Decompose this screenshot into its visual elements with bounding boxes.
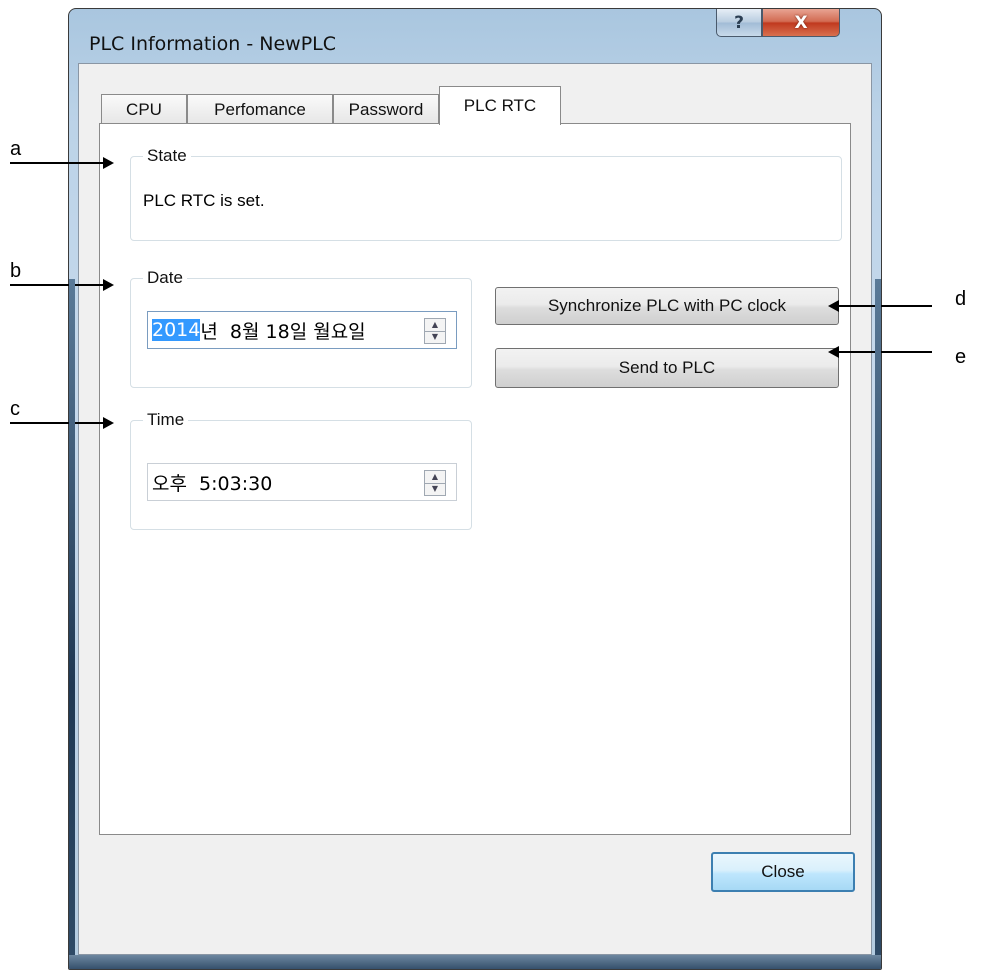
send-to-plc-button[interactable]: Send to PLC <box>495 348 839 388</box>
annotation-arrow-d <box>828 300 932 312</box>
state-text: PLC RTC is set. <box>143 191 265 210</box>
window-close-button[interactable]: X <box>762 9 840 37</box>
plc-information-window: PLC Information - NewPLC ? X CPU Perfoma… <box>68 8 882 970</box>
date-picker[interactable]: 2014 년 8월 18일 월요일 ▲ ▼ <box>147 311 457 349</box>
spin-up-icon[interactable]: ▲ <box>425 471 445 484</box>
window-frame-left <box>69 279 75 955</box>
date-spinner[interactable]: ▲ ▼ <box>424 318 446 344</box>
tab-plc-rtc[interactable]: PLC RTC <box>439 86 561 125</box>
tab-cpu[interactable]: CPU <box>101 94 187 124</box>
plc-rtc-panel: State PLC RTC is set. Date 2014 년 8월 18일… <box>99 123 851 835</box>
annotation-arrow-c <box>10 417 114 429</box>
state-group: State PLC RTC is set. <box>130 146 842 241</box>
time-spinner[interactable]: ▲ ▼ <box>424 470 446 496</box>
date-year-selected: 2014 <box>152 319 201 341</box>
spin-up-icon[interactable]: ▲ <box>425 319 445 332</box>
close-button[interactable]: Close <box>711 852 855 892</box>
annotation-arrow-b <box>10 279 114 291</box>
annotation-label-b: b <box>10 260 22 282</box>
tab-password[interactable]: Password <box>333 94 439 124</box>
date-group: Date 2014 년 8월 18일 월요일 ▲ ▼ <box>130 268 472 388</box>
close-icon: X <box>794 12 808 33</box>
annotation-arrow-a <box>10 157 114 169</box>
spin-down-icon[interactable]: ▼ <box>425 332 445 344</box>
annotation-label-e: e <box>955 346 967 368</box>
state-group-title: State <box>143 146 191 166</box>
date-rest: 년 8월 18일 월요일 <box>200 320 366 343</box>
dialog-client-area: CPU Perfomance Password PLC RTC State PL… <box>78 63 872 955</box>
help-button[interactable]: ? <box>716 9 762 37</box>
time-picker[interactable]: 오후 5:03:30 ▲ ▼ <box>147 463 457 501</box>
spin-down-icon[interactable]: ▼ <box>425 484 445 496</box>
annotation-label-d: d <box>955 288 967 310</box>
time-value: 오후 5:03:30 <box>152 472 273 495</box>
annotation-arrow-e <box>828 346 932 358</box>
tab-performance[interactable]: Perfomance <box>187 94 333 124</box>
date-group-title: Date <box>143 268 187 288</box>
time-group: Time 오후 5:03:30 ▲ ▼ <box>130 410 472 530</box>
sync-with-pc-clock-button[interactable]: Synchronize PLC with PC clock <box>495 287 839 325</box>
window-frame-right <box>875 279 881 955</box>
annotation-label-a: a <box>10 138 22 160</box>
window-title: PLC Information - NewPLC <box>89 33 337 55</box>
annotation-label-c: c <box>10 398 20 420</box>
help-icon: ? <box>734 12 744 33</box>
time-group-title: Time <box>143 410 189 430</box>
